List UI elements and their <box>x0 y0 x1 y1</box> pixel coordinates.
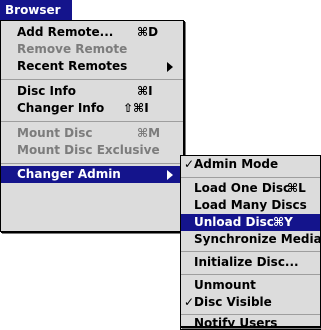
submenu-arrow-icon <box>167 62 173 72</box>
menu-separator <box>1 121 183 122</box>
mount-disc-label: Mount Disc <box>17 126 93 140</box>
menu-separator <box>181 251 320 252</box>
changer-admin-item[interactable]: Changer Admin <box>1 166 183 183</box>
menu-separator <box>181 177 320 178</box>
changer-admin-label: Changer Admin <box>17 167 121 181</box>
load-many-discs-label: Load Many Discs <box>194 198 307 212</box>
synchronize-media-label: Synchronize Media <box>194 232 321 246</box>
add-remote-shortcut: ⌘D <box>137 25 159 39</box>
initialize-disc-item[interactable]: Initialize Disc... <box>181 254 320 271</box>
disc-visible-label: Disc Visible <box>194 295 272 309</box>
admin-mode-item[interactable]: ✓ Admin Mode <box>181 156 320 173</box>
submenu-arrow-icon <box>167 170 173 180</box>
unload-disc-item[interactable]: Unload Disc ⌘Y <box>181 214 320 231</box>
menu-separator <box>181 314 320 315</box>
unload-disc-label: Unload Disc <box>194 215 274 229</box>
notify-users-item[interactable]: Notify Users <box>181 317 320 326</box>
remove-remote-item[interactable]: Remove Remote <box>1 41 183 58</box>
disc-info-shortcut: ⌘I <box>137 84 153 98</box>
admin-mode-label: Admin Mode <box>194 157 279 171</box>
load-one-disc-label: Load One Disc <box>194 181 291 195</box>
mount-disc-exclusive-label: Mount Disc Exclusive <box>17 143 160 157</box>
changer-admin-submenu-panel: ✓ Admin Mode Load One Disc ⌘L Load Many … <box>180 155 321 327</box>
recent-remotes-label: Recent Remotes <box>17 59 128 73</box>
changer-info-item[interactable]: Changer Info ⇧⌘I <box>1 100 183 117</box>
remove-remote-label: Remove Remote <box>17 42 128 56</box>
mount-disc-exclusive-item[interactable]: Mount Disc Exclusive <box>1 142 183 159</box>
checkmark-icon: ✓ <box>184 157 195 171</box>
disc-visible-item[interactable]: ✓ Disc Visible <box>181 294 320 311</box>
unload-disc-shortcut: ⌘Y <box>273 215 293 229</box>
notify-users-label: Notify Users <box>194 317 278 326</box>
load-one-disc-shortcut: ⌘L <box>287 181 306 195</box>
browser-menu-title[interactable]: Browser <box>0 0 72 20</box>
load-one-disc-item[interactable]: Load One Disc ⌘L <box>181 180 320 197</box>
changer-info-shortcut: ⇧⌘I <box>123 101 149 115</box>
recent-remotes-item[interactable]: Recent Remotes <box>1 58 183 75</box>
menu-separator <box>1 163 183 164</box>
changer-info-label: Changer Info <box>17 101 105 115</box>
browser-menu: Add Remote... ⌘D Remove Remote Recent Re… <box>0 20 184 232</box>
initialize-disc-label: Initialize Disc... <box>194 255 299 269</box>
mount-disc-shortcut: ⌘M <box>137 126 161 140</box>
disc-info-item[interactable]: Disc Info ⌘I <box>1 83 183 100</box>
disc-info-label: Disc Info <box>17 84 76 98</box>
menu-separator <box>1 79 183 80</box>
add-remote-label: Add Remote... <box>17 25 114 39</box>
synchronize-media-item[interactable]: Synchronize Media <box>181 231 321 248</box>
checkmark-icon: ✓ <box>184 295 195 309</box>
menu-separator <box>181 274 320 275</box>
mount-disc-item[interactable]: Mount Disc ⌘M <box>1 125 183 142</box>
unmount-label: Unmount <box>194 278 256 292</box>
add-remote-item[interactable]: Add Remote... ⌘D <box>1 24 183 41</box>
load-many-discs-item[interactable]: Load Many Discs <box>181 197 320 214</box>
unmount-item[interactable]: Unmount <box>181 277 320 294</box>
